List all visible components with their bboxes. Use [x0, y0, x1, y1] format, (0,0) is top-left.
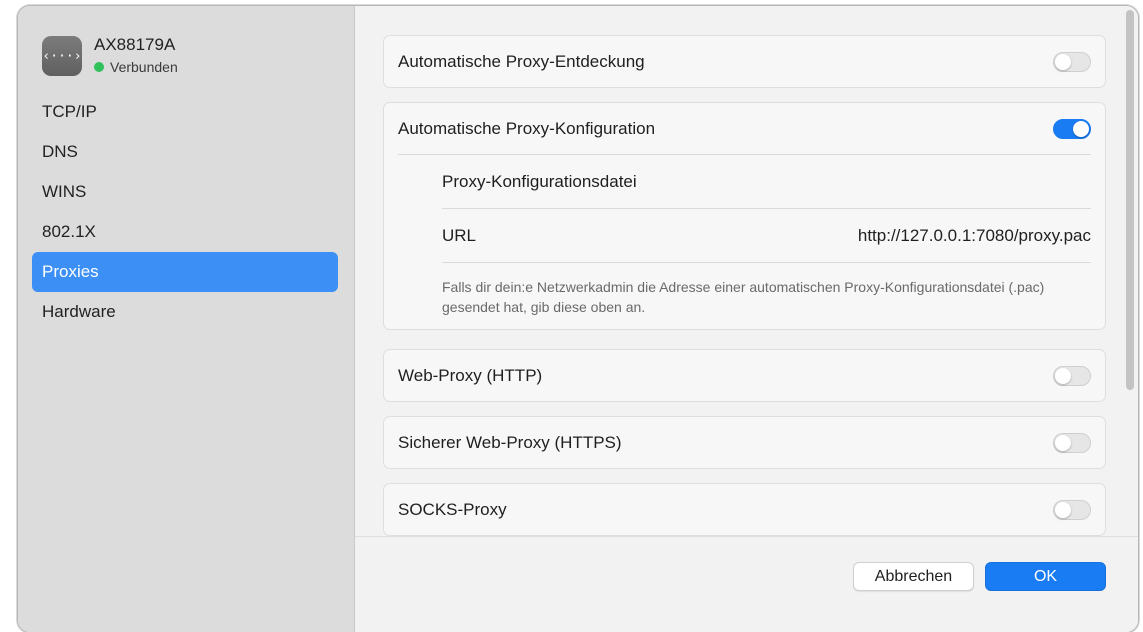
sidebar-item-proxies[interactable]: Proxies: [32, 252, 338, 292]
toggle-knob: [1073, 120, 1089, 137]
web-proxy-label: Web-Proxy (HTTP): [398, 365, 543, 385]
auto-discovery-label: Automatische Proxy-Entdeckung: [398, 51, 645, 71]
auto-config-row: Automatische Proxy-Konfiguration: [384, 103, 1105, 154]
secure-web-proxy-card: Sicherer Web-Proxy (HTTPS): [383, 416, 1106, 469]
secure-web-proxy-toggle[interactable]: [1053, 432, 1091, 453]
sidebar-item-tcpip[interactable]: TCP/IP: [32, 92, 338, 132]
socks-proxy-card: SOCKS-Proxy: [383, 483, 1106, 536]
proxies-content: Automatische Proxy-Entdeckung Automatisc…: [355, 6, 1138, 536]
socks-proxy-toggle[interactable]: [1053, 499, 1091, 520]
toggle-knob: [1055, 367, 1071, 384]
device-status-label: Verbunden: [110, 59, 178, 75]
network-adapter-icon: ‹···›: [42, 36, 82, 76]
socks-proxy-row: SOCKS-Proxy: [384, 484, 1105, 535]
cancel-button[interactable]: Abbrechen: [853, 562, 974, 591]
sidebar-item-wins[interactable]: WINS: [32, 172, 338, 212]
scrollbar[interactable]: [1122, 6, 1138, 536]
config-file-row[interactable]: Proxy-Konfigurationsdatei: [384, 155, 1105, 208]
device-status: Verbunden: [94, 59, 178, 75]
auto-config-hint: Falls dir dein:e Netzwerkadmin die Adres…: [442, 279, 1045, 315]
device-header: ‹···› AX88179A Verbunden: [42, 32, 342, 80]
web-proxy-row: Web-Proxy (HTTP): [384, 350, 1105, 401]
web-proxy-toggle[interactable]: [1053, 365, 1091, 386]
secure-web-proxy-row: Sicherer Web-Proxy (HTTPS): [384, 417, 1105, 468]
auto-discovery-card: Automatische Proxy-Entdeckung: [383, 35, 1106, 88]
scrollbar-thumb[interactable]: [1126, 10, 1134, 390]
url-label: URL: [442, 225, 477, 245]
socks-proxy-label: SOCKS-Proxy: [398, 499, 507, 519]
ok-button[interactable]: OK: [985, 562, 1106, 591]
network-settings-window: ‹···› AX88179A Verbunden TCP/IP DNS WINS…: [18, 6, 1138, 632]
url-row: URL http://127.0.0.1:7080/proxy.pac: [384, 209, 1105, 262]
device-name: AX88179A: [94, 35, 176, 54]
auto-discovery-toggle[interactable]: [1053, 51, 1091, 72]
url-field[interactable]: http://127.0.0.1:7080/proxy.pac: [858, 226, 1091, 246]
connected-status-icon: [94, 62, 104, 72]
sidebar: ‹···› AX88179A Verbunden TCP/IP DNS WINS…: [18, 6, 355, 632]
sidebar-nav: TCP/IP DNS WINS 802.1X Proxies Hardware: [32, 92, 338, 332]
auto-config-label: Automatische Proxy-Konfiguration: [398, 118, 656, 138]
auto-config-toggle[interactable]: [1053, 118, 1091, 139]
toggle-knob: [1055, 53, 1071, 70]
toggle-knob: [1055, 434, 1071, 451]
secure-web-proxy-label: Sicherer Web-Proxy (HTTPS): [398, 432, 622, 452]
auto-discovery-row: Automatische Proxy-Entdeckung: [384, 36, 1105, 87]
sidebar-item-dns[interactable]: DNS: [32, 132, 338, 172]
auto-config-card: Automatische Proxy-Konfiguration Proxy-K…: [383, 102, 1106, 330]
sidebar-item-hardware[interactable]: Hardware: [32, 292, 338, 332]
sidebar-item-8021x[interactable]: 802.1X: [32, 212, 338, 252]
toggle-knob: [1055, 501, 1071, 518]
config-file-label: Proxy-Konfigurationsdatei: [442, 171, 637, 191]
web-proxy-card: Web-Proxy (HTTP): [383, 349, 1106, 402]
